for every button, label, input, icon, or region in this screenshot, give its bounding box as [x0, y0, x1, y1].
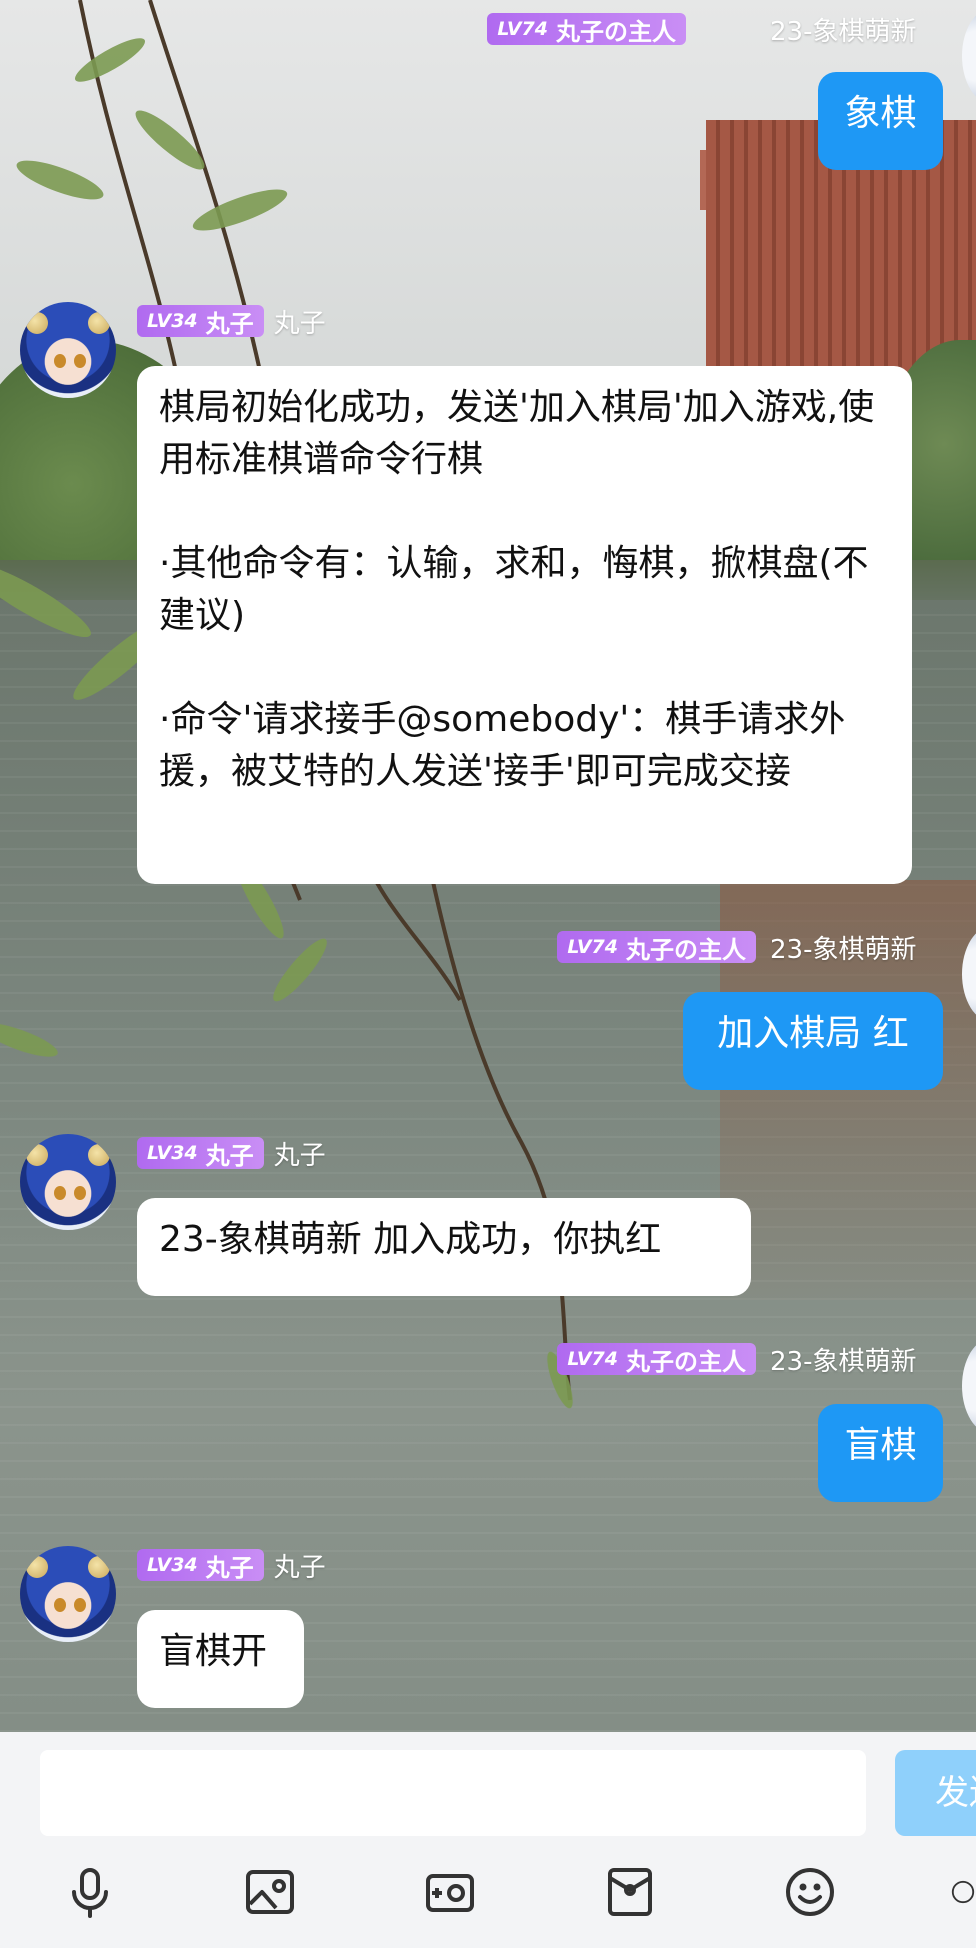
red-packet-icon[interactable]: [598, 1860, 662, 1924]
message-text: 23-象棋萌新 加入成功，你执红: [159, 1219, 662, 1260]
avatar-ornament: [26, 312, 48, 334]
avatar-eye: [54, 1598, 66, 1612]
message-bubble[interactable]: 盲棋: [818, 1404, 943, 1502]
avatar-eye: [74, 1186, 86, 1200]
sender-meta: 23-象棋萌新: [770, 1342, 917, 1377]
message-text: 盲棋开: [159, 1631, 268, 1672]
avatar[interactable]: [20, 1134, 116, 1230]
message-bubble[interactable]: 23-象棋萌新 加入成功，你执红: [137, 1198, 751, 1296]
sender-meta: 23-象棋萌新: [770, 930, 917, 965]
level-badge: LV34 丸子: [137, 1549, 264, 1582]
member-title: 丸子: [205, 309, 254, 338]
level-badge: LV34 丸子: [137, 1137, 264, 1170]
message-bubble[interactable]: 棋局初始化成功，发送'加入棋局'加入游戏,使用标准棋谱命令行棋 ·其他命令有：认…: [137, 366, 912, 884]
avatar-ornament: [88, 1144, 110, 1166]
avatar[interactable]: [20, 1546, 116, 1642]
level-badge: LV74 丸子の主人: [487, 13, 686, 46]
message-bubble[interactable]: 象棋: [818, 72, 943, 170]
sender-nickname: 丸子: [273, 1552, 326, 1583]
sender-meta: LV74 丸子の主人: [557, 1342, 756, 1376]
message-text: 象棋: [844, 93, 917, 134]
level-label: LV74: [567, 936, 618, 958]
microphone-icon[interactable]: [58, 1860, 122, 1924]
sender-meta: LV74 丸子の主人: [487, 12, 686, 46]
sender-nickname: 丸子: [273, 308, 326, 339]
message-bubble[interactable]: 加入棋局 红: [683, 992, 943, 1090]
level-label: LV34: [147, 1554, 198, 1576]
avatar[interactable]: [962, 8, 976, 104]
level-label: LV34: [147, 310, 198, 332]
member-title: 丸子の主人: [556, 17, 676, 46]
sender-nickname: 23-象棋萌新: [770, 934, 917, 965]
message-text: 盲棋: [844, 1425, 917, 1466]
sender-meta: 23-象棋萌新: [770, 12, 917, 47]
avatar-eye: [74, 1598, 86, 1612]
avatar-eye: [54, 1186, 66, 1200]
camera-icon[interactable]: [418, 1860, 482, 1924]
level-label: LV34: [147, 1142, 198, 1164]
member-title: 丸子の主人: [626, 1347, 746, 1376]
message-text: 加入棋局 红: [717, 1013, 909, 1054]
member-title: 丸子: [205, 1553, 254, 1582]
level-label: LV74: [567, 1348, 618, 1370]
send-button[interactable]: 发送: [895, 1750, 976, 1836]
more-icon[interactable]: [950, 1860, 976, 1924]
sender-meta: LV34 丸子 丸子: [137, 1548, 326, 1583]
sender-nickname: 23-象棋萌新: [770, 16, 917, 47]
member-title: 丸子の主人: [626, 935, 746, 964]
sender-meta: LV34 丸子 丸子: [137, 304, 326, 339]
avatar[interactable]: [962, 1338, 976, 1434]
avatar-ornament: [88, 312, 110, 334]
avatar-ornament: [88, 1556, 110, 1578]
level-badge: LV34 丸子: [137, 305, 264, 338]
image-icon[interactable]: [238, 1860, 302, 1924]
avatar-eye: [74, 354, 86, 368]
message-bubble[interactable]: 盲棋开: [137, 1610, 304, 1708]
sender-nickname: 丸子: [273, 1140, 326, 1171]
member-title: 丸子: [205, 1141, 254, 1170]
level-badge: LV74 丸子の主人: [557, 931, 756, 964]
avatar[interactable]: [20, 302, 116, 398]
sender-meta: LV34 丸子 丸子: [137, 1136, 326, 1171]
message-input-bar: 发送: [0, 1732, 976, 1948]
avatar-ornament: [26, 1556, 48, 1578]
input-toolbar: [0, 1860, 976, 1940]
emoji-icon[interactable]: [778, 1860, 842, 1924]
message-text: 棋局初始化成功，发送'加入棋局'加入游戏,使用标准棋谱命令行棋 ·其他命令有：认…: [159, 387, 875, 792]
avatar-ornament: [26, 1144, 48, 1166]
sender-meta: LV74 丸子の主人: [557, 930, 756, 964]
avatar[interactable]: [962, 926, 976, 1022]
avatar-eye: [54, 354, 66, 368]
sender-nickname: 23-象棋萌新: [770, 1346, 917, 1377]
level-label: LV74: [497, 18, 548, 40]
chat-message-list[interactable]: LV74 丸子の主人 23-象棋萌新 象棋 LV34 丸子 丸子 棋局初始化成功…: [0, 0, 976, 1732]
level-badge: LV74 丸子の主人: [557, 1343, 756, 1376]
message-input[interactable]: [40, 1750, 866, 1836]
